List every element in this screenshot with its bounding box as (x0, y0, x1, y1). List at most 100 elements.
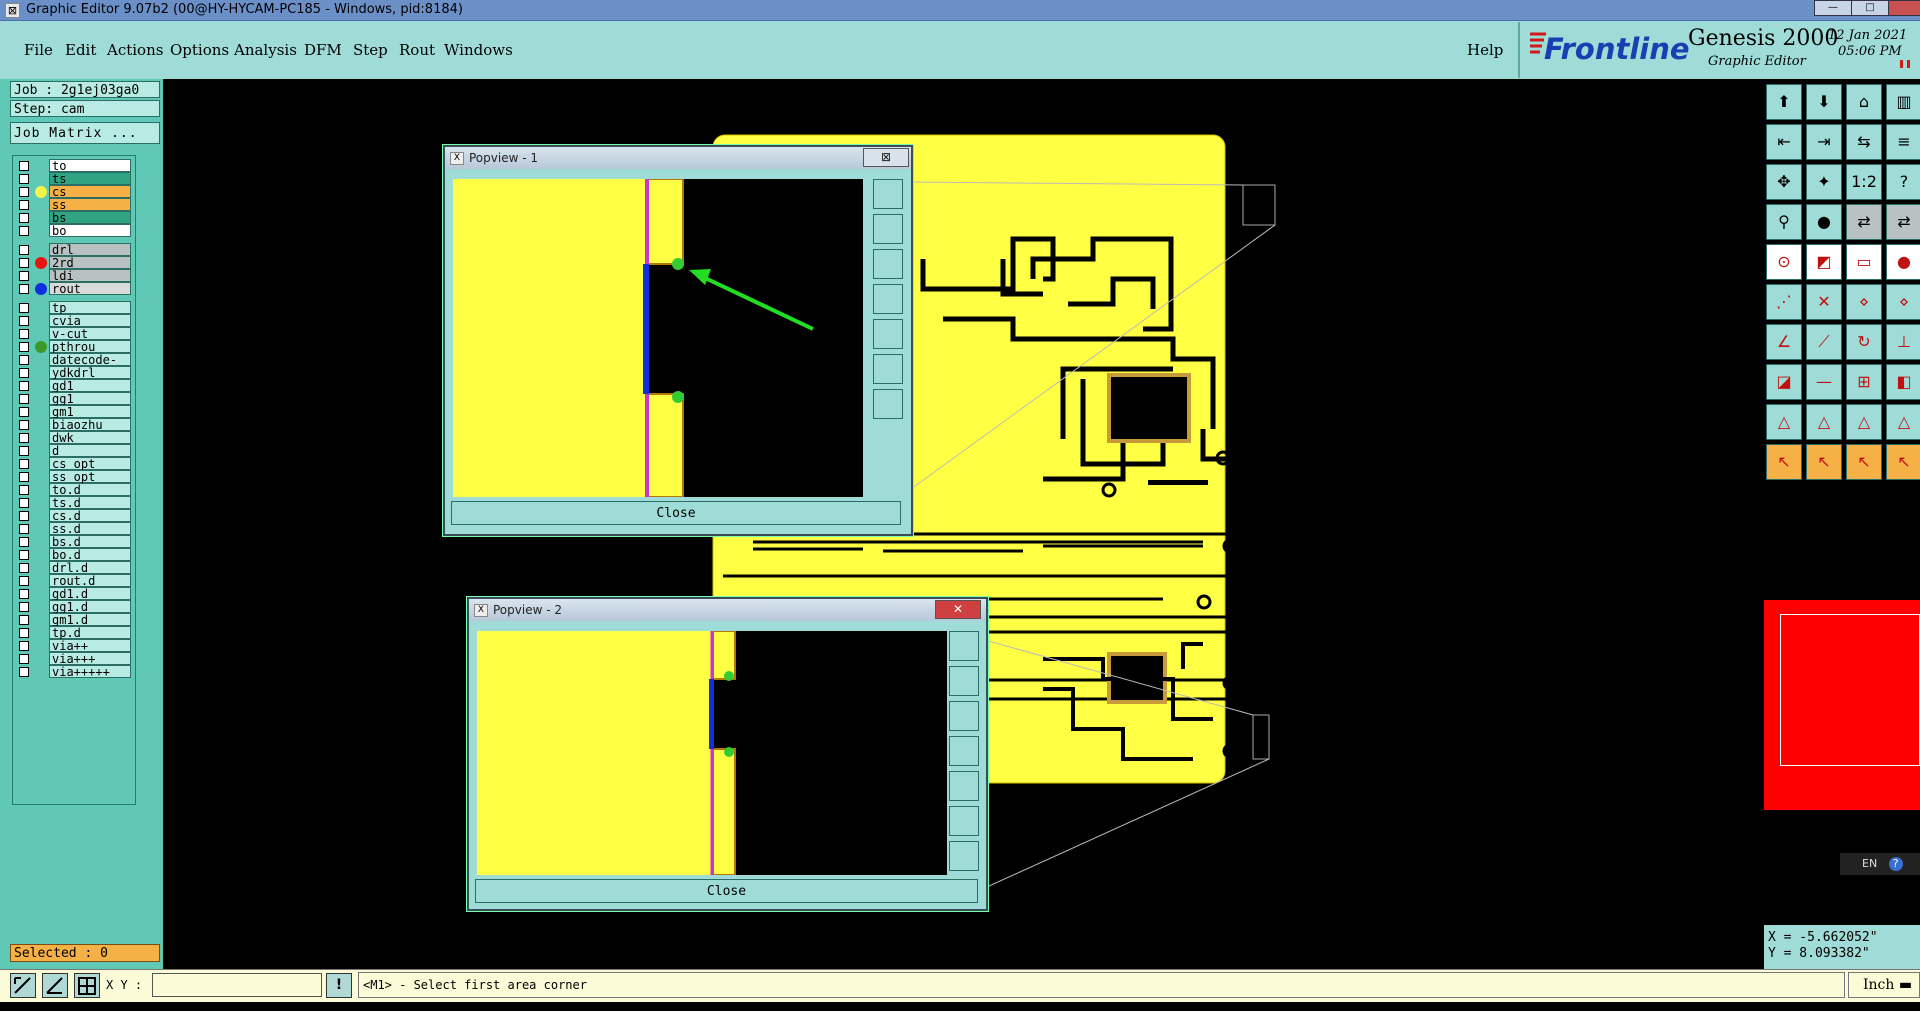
popview-1-close-button[interactable]: Close (451, 501, 901, 525)
toolbar-tool-icon[interactable]: ⬇ (1806, 84, 1842, 120)
layer-checkbox[interactable] (19, 498, 29, 508)
close-window-button[interactable] (1888, 0, 1920, 16)
job-matrix-button[interactable]: Job Matrix ... (10, 122, 160, 144)
toolbar-tool-icon[interactable]: ⇥ (1806, 124, 1842, 160)
layer-row[interactable]: rout (13, 281, 135, 296)
toolbar-tool-icon[interactable]: 1:2 (1846, 164, 1882, 200)
toolbar-tool-icon[interactable]: ⌂ (1846, 84, 1882, 120)
toolbar-tool-icon[interactable]: ⋄ (1886, 284, 1920, 320)
toolbar-tool-icon[interactable]: ⚲ (1766, 204, 1802, 240)
toolbar-tool-icon[interactable]: ↖ (1846, 444, 1882, 480)
layer-checkbox[interactable] (19, 407, 29, 417)
layer-checkbox[interactable] (19, 524, 29, 534)
maximize-button[interactable]: □ (1851, 0, 1889, 16)
toolbar-tool-icon[interactable]: △ (1846, 404, 1882, 440)
toolbar-tool-icon[interactable]: ∠ (1766, 324, 1802, 360)
toolbar-tool-icon[interactable]: ↖ (1886, 444, 1920, 480)
layer-checkbox[interactable] (19, 316, 29, 326)
layer-name[interactable]: bo (49, 224, 131, 238)
popview-pan-left-button[interactable] (873, 284, 903, 314)
toolbar-tool-icon[interactable]: ⊞ (1846, 364, 1882, 400)
toolbar-tool-icon[interactable]: ⬆ (1766, 84, 1802, 120)
layer-checkbox[interactable] (19, 433, 29, 443)
layer-checkbox[interactable] (19, 537, 29, 547)
menu-rout[interactable]: Rout (399, 41, 435, 59)
layer-checkbox[interactable] (19, 303, 29, 313)
layer-checkbox[interactable] (19, 511, 29, 521)
popview-zoom-in-button[interactable] (873, 354, 903, 384)
toolbar-tool-icon[interactable]: — (1806, 364, 1842, 400)
layer-checkbox[interactable] (19, 394, 29, 404)
toolbar-tool-icon[interactable]: ⇤ (1766, 124, 1802, 160)
popview-pan-down-button[interactable] (873, 249, 903, 279)
menu-help[interactable]: Help (1467, 41, 1503, 59)
layer-checkbox[interactable] (19, 667, 29, 677)
toolbar-tool-icon[interactable]: ◩ (1806, 244, 1842, 280)
toolbar-tool-icon[interactable]: ✕ (1806, 284, 1842, 320)
grid-button[interactable] (74, 973, 100, 998)
layer-checkbox[interactable] (19, 258, 29, 268)
layer-checkbox[interactable] (19, 226, 29, 236)
popview-pan-left-button[interactable] (949, 736, 979, 766)
layer-checkbox[interactable] (19, 563, 29, 573)
popview-zoom-out-button[interactable] (949, 841, 979, 871)
toolbar-tool-icon[interactable]: ⇄ (1886, 204, 1920, 240)
layer-checkbox[interactable] (19, 550, 29, 560)
zoom-area-button[interactable] (10, 973, 36, 998)
popview-1-canvas[interactable] (453, 179, 863, 497)
popview-pan-right-button[interactable] (873, 319, 903, 349)
layer-checkbox[interactable] (19, 654, 29, 664)
toolbar-tool-icon[interactable]: ↖ (1766, 444, 1802, 480)
toolbar-tool-icon[interactable]: △ (1886, 404, 1920, 440)
toolbar-tool-icon[interactable]: ◪ (1766, 364, 1802, 400)
help-icon[interactable]: ? (1888, 857, 1903, 871)
measure-button[interactable] (42, 973, 68, 998)
layer-checkbox[interactable] (19, 187, 29, 197)
popview-zoom-in-button[interactable] (949, 806, 979, 836)
layer-checkbox[interactable] (19, 213, 29, 223)
toolbar-tool-icon[interactable]: ≡ (1886, 124, 1920, 160)
layer-checkbox[interactable] (19, 329, 29, 339)
popview-1-close-x[interactable]: ⊠ (863, 148, 909, 167)
toolbar-tool-icon[interactable]: ⋄ (1846, 284, 1882, 320)
minimize-button[interactable]: — (1814, 0, 1852, 16)
info-button[interactable]: ! (326, 973, 352, 998)
menu-actions[interactable]: Actions (107, 41, 163, 59)
toolbar-tool-icon[interactable]: ◧ (1886, 364, 1920, 400)
toolbar-tool-icon[interactable]: ↖ (1806, 444, 1842, 480)
popview-pan-up-button[interactable] (873, 214, 903, 244)
layer-name[interactable]: via+++++ (49, 665, 131, 679)
toolbar-tool-icon[interactable]: ✥ (1766, 164, 1802, 200)
unit-selector[interactable]: Inch ▬ (1848, 972, 1920, 998)
layer-checkbox[interactable] (19, 368, 29, 378)
layer-row[interactable]: via+++++ (13, 664, 135, 679)
popview-pan-up-button[interactable] (949, 666, 979, 696)
popview-zoom-fit-button[interactable] (949, 631, 979, 661)
toolbar-tool-icon[interactable]: ⊙ (1766, 244, 1802, 280)
layer-checkbox[interactable] (19, 485, 29, 495)
toolbar-tool-icon[interactable]: ? (1886, 164, 1920, 200)
layer-checkbox[interactable] (19, 200, 29, 210)
popview-zoom-fit-button[interactable] (873, 179, 903, 209)
layer-checkbox[interactable] (19, 628, 29, 638)
layer-checkbox[interactable] (19, 284, 29, 294)
menu-file[interactable]: File (24, 41, 53, 59)
menu-options[interactable]: Options (170, 41, 229, 59)
layer-checkbox[interactable] (19, 161, 29, 171)
popview-2-close-button[interactable]: Close (475, 879, 978, 903)
layer-name[interactable]: rout (49, 282, 131, 296)
layer-checkbox[interactable] (19, 446, 29, 456)
layer-row[interactable]: bo (13, 223, 135, 238)
layer-checkbox[interactable] (19, 576, 29, 586)
toolbar-tool-icon[interactable]: ● (1886, 244, 1920, 280)
layer-checkbox[interactable] (19, 271, 29, 281)
layer-checkbox[interactable] (19, 589, 29, 599)
layer-checkbox[interactable] (19, 174, 29, 184)
popview-2-close-x[interactable]: ✕ (935, 600, 981, 619)
toolbar-tool-icon[interactable]: △ (1766, 404, 1802, 440)
menu-step[interactable]: Step (353, 41, 388, 59)
layer-checkbox[interactable] (19, 459, 29, 469)
popview-pan-down-button[interactable] (949, 701, 979, 731)
toolbar-tool-icon[interactable]: ⟋ (1806, 324, 1842, 360)
toolbar-tool-icon[interactable]: ▥ (1886, 84, 1920, 120)
